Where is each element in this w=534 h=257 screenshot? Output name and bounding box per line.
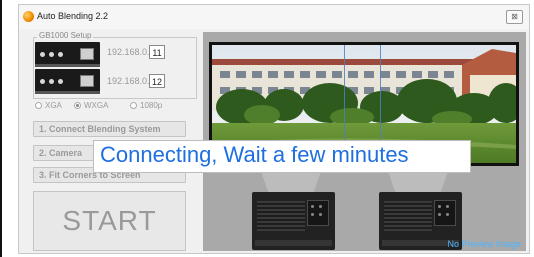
radio-wxga[interactable]: WXGA xyxy=(74,101,108,110)
app-window: Auto Blending 2.2 ⊠ GB1000 Setup 192.168… xyxy=(18,4,530,254)
projector-1-image xyxy=(252,192,335,250)
setup-group-label: GB1000 Setup xyxy=(37,31,94,40)
device-2-ip-prefix: 192.168.0. xyxy=(107,76,150,86)
window-title: Auto Blending 2.2 xyxy=(37,11,109,21)
title-bar: Auto Blending 2.2 ⊠ xyxy=(19,5,529,29)
device-1-ip-input[interactable]: 11 xyxy=(149,45,165,59)
radio-1080p-label: 1080p xyxy=(140,101,163,110)
gb1000-device-2-image xyxy=(35,69,100,94)
radio-wxga-label: WXGA xyxy=(84,101,109,110)
radio-circle-icon xyxy=(35,102,42,109)
radio-xga[interactable]: XGA xyxy=(35,101,62,110)
connect-blending-system-button[interactable]: 1. Connect Blending System xyxy=(33,121,186,137)
gb1000-device-1-image xyxy=(35,42,100,67)
radio-1080p[interactable]: 1080p xyxy=(130,101,162,110)
device-1-ip-prefix: 192.168.0. xyxy=(107,47,150,57)
no-preview-label: No Preview Image xyxy=(447,239,521,249)
radio-circle-icon xyxy=(130,102,137,109)
radio-xga-label: XGA xyxy=(45,101,62,110)
radio-checked-icon xyxy=(74,102,81,109)
device-2-ip-input[interactable]: 12 xyxy=(149,74,165,88)
connecting-overlay: Connecting, Wait a few minutes xyxy=(93,140,471,173)
app-logo-icon xyxy=(23,11,34,22)
start-button[interactable]: START xyxy=(33,191,186,251)
close-button[interactable]: ⊠ xyxy=(506,10,523,24)
connecting-message: Connecting, Wait a few minutes xyxy=(100,142,409,167)
window-frame-edge xyxy=(0,0,2,257)
